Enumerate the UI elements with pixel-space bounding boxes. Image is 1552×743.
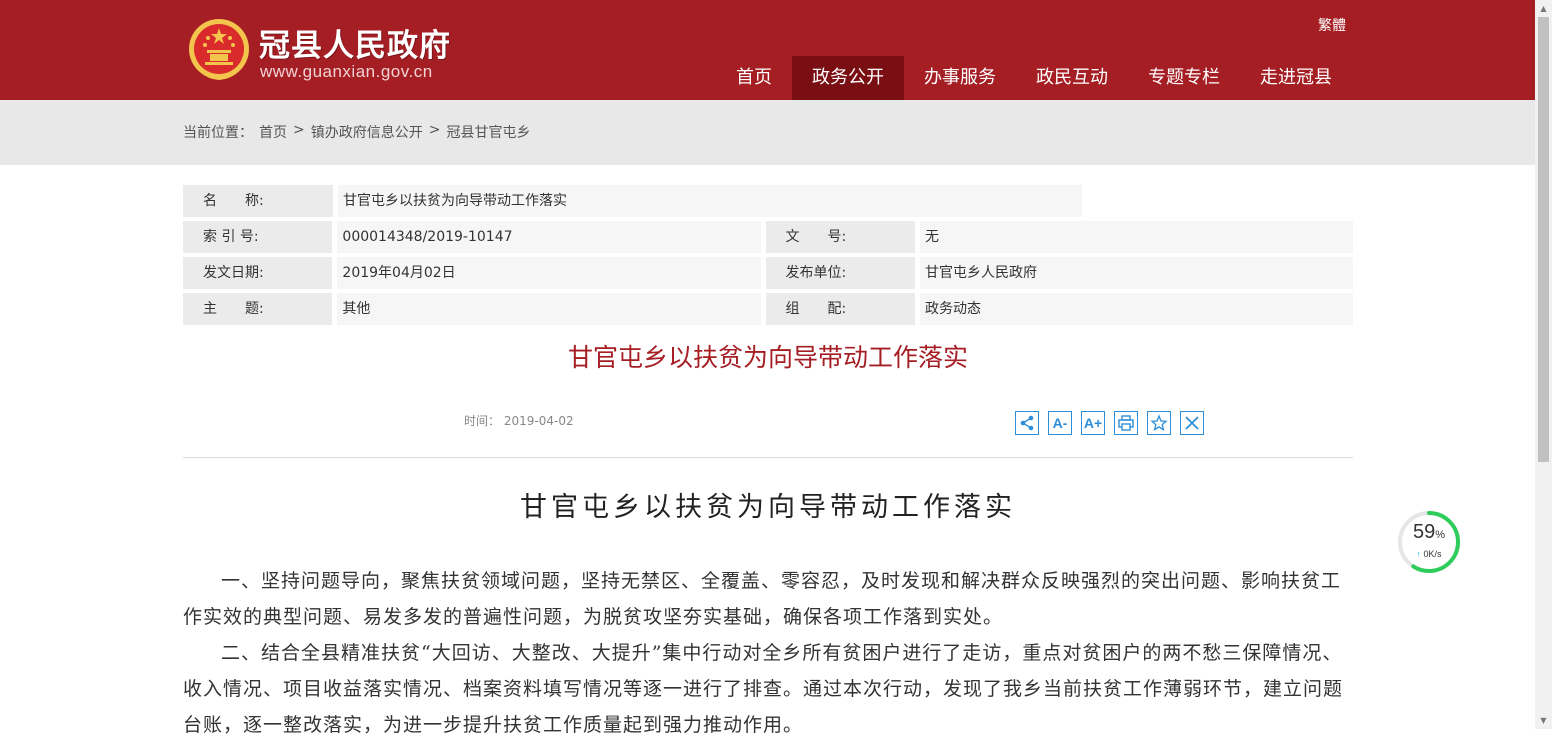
favorite-icon [1150, 414, 1168, 431]
breadcrumb: 当前位置： 首页 > 镇办政府信息公开 > 冠县甘官屯乡 [183, 122, 530, 142]
breadcrumb-town-disclosure[interactable]: 镇办政府信息公开 [311, 122, 423, 142]
meta-row: 发文日期: 2019年04月02日 发布单位: 甘官屯乡人民政府 [183, 257, 1354, 289]
speed-rate: ↑ 0K/s [1396, 549, 1462, 559]
upload-arrow-icon: ↑ [1416, 549, 1421, 559]
site-url: www.guanxian.gov.cn [260, 62, 433, 81]
network-speed-widget[interactable]: 59% ↑ 0K/s [1396, 509, 1462, 575]
meta-row: 主 题: 其他 组 配: 政务动态 [183, 293, 1354, 325]
speed-percent-unit: % [1435, 529, 1446, 541]
article-body: 一、坚持问题导向，聚焦扶贫领域问题，坚持无禁区、全覆盖、零容忍，及时发现和解决群… [183, 563, 1353, 743]
page-scrollbar[interactable]: ▲ ▼ [1535, 0, 1552, 729]
national-emblem-icon[interactable] [187, 16, 251, 82]
meta-label-name: 名 称: [183, 185, 333, 217]
breadcrumb-current[interactable]: 冠县甘官屯乡 [446, 122, 530, 142]
print-button[interactable] [1114, 411, 1138, 435]
nav-item-topics[interactable]: 专题专栏 [1128, 56, 1240, 100]
meta-row: 名 称: 甘官屯乡以扶贫为向导带动工作落实 [183, 185, 1353, 217]
nav-item-services[interactable]: 办事服务 [904, 56, 1016, 100]
print-icon [1118, 415, 1134, 431]
meta-value-name: 甘官屯乡以扶贫为向导带动工作落实 [338, 185, 1082, 217]
share-button[interactable] [1015, 411, 1039, 435]
breadcrumb-separator: > [293, 122, 305, 138]
speed-rate-value: 0K/s [1423, 549, 1442, 559]
traditional-chinese-link[interactable]: 繁體 [1318, 15, 1346, 35]
publish-time-label: 时间： [464, 414, 501, 428]
breadcrumb-home[interactable]: 首页 [259, 122, 287, 142]
favorite-button[interactable] [1147, 411, 1171, 435]
main-nav: 首页 政务公开 办事服务 政民互动 专题专栏 走进冠县 [716, 56, 1352, 100]
site-name[interactable]: 冠县人民政府 [259, 20, 451, 65]
meta-label-date: 发文日期: [183, 257, 333, 289]
site-header: 冠县人民政府 www.guanxian.gov.cn 繁體 首页 政务公开 办事… [0, 0, 1535, 100]
meta-label-doc-no: 文 号: [765, 221, 915, 253]
meta-value-index: 000014348/2019-10147 [337, 221, 761, 253]
meta-label-index: 索 引 号: [183, 221, 333, 253]
meta-value-date: 2019年04月02日 [337, 257, 761, 289]
article-paragraph: 二、结合全县精准扶贫“大回访、大整改、大提升”集中行动对全乡所有贫困户进行了走访… [183, 642, 1344, 736]
speed-percent: 59% [1396, 521, 1462, 544]
font-decrease-button[interactable]: A- [1048, 411, 1072, 435]
article-toolbar: A- A+ [1015, 411, 1204, 435]
nav-item-interaction[interactable]: 政民互动 [1016, 56, 1128, 100]
breadcrumb-bar: 当前位置： 首页 > 镇办政府信息公开 > 冠县甘官屯乡 [0, 100, 1535, 165]
close-button[interactable] [1180, 411, 1204, 435]
nav-item-gov-affairs[interactable]: 政务公开 [792, 56, 904, 100]
font-increase-icon: A+ [1083, 415, 1103, 431]
scroll-down-arrow-icon[interactable]: ▼ [1535, 712, 1552, 729]
meta-value-doc-no: 无 [919, 221, 1354, 253]
scroll-up-arrow-icon[interactable]: ▲ [1535, 0, 1552, 17]
article-paragraph: 一、坚持问题导向，聚焦扶贫领域问题，坚持无禁区、全覆盖、零容忍，及时发现和解决群… [183, 570, 1342, 628]
meta-value-topic: 其他 [337, 293, 761, 325]
close-icon [1185, 416, 1199, 430]
publish-time: 时间： 2019-04-02 [464, 412, 574, 429]
scrollbar-thumb[interactable] [1538, 17, 1549, 462]
speed-percent-value: 59 [1412, 521, 1436, 543]
font-decrease-icon: A- [1052, 415, 1068, 431]
article-headline: 甘官屯乡以扶贫为向导带动工作落实 [567, 343, 968, 372]
meta-value-category: 政务动态 [919, 293, 1354, 325]
font-increase-button[interactable]: A+ [1081, 411, 1105, 435]
breadcrumb-separator: > [428, 122, 441, 138]
breadcrumb-prefix: 当前位置： [183, 125, 253, 141]
meta-label-publisher: 发布单位: [765, 257, 915, 289]
document-meta-table: 名 称: 甘官屯乡以扶贫为向导带动工作落实 索 引 号: 000014348/2… [183, 185, 1354, 329]
article-title: 甘官屯乡以扶贫为向导带动工作落实 [520, 492, 1016, 523]
meta-value-publisher: 甘官屯乡人民政府 [919, 257, 1354, 289]
meta-row: 索 引 号: 000014348/2019-10147 文 号: 无 [183, 221, 1354, 253]
nav-item-about[interactable]: 走进冠县 [1240, 56, 1352, 100]
meta-label-topic: 主 题: [183, 293, 333, 325]
share-icon [1020, 415, 1034, 431]
meta-label-category: 组 配: [765, 293, 915, 325]
publish-time-value: 2019-04-02 [503, 414, 574, 428]
nav-item-home[interactable]: 首页 [716, 56, 792, 100]
divider [183, 457, 1353, 458]
